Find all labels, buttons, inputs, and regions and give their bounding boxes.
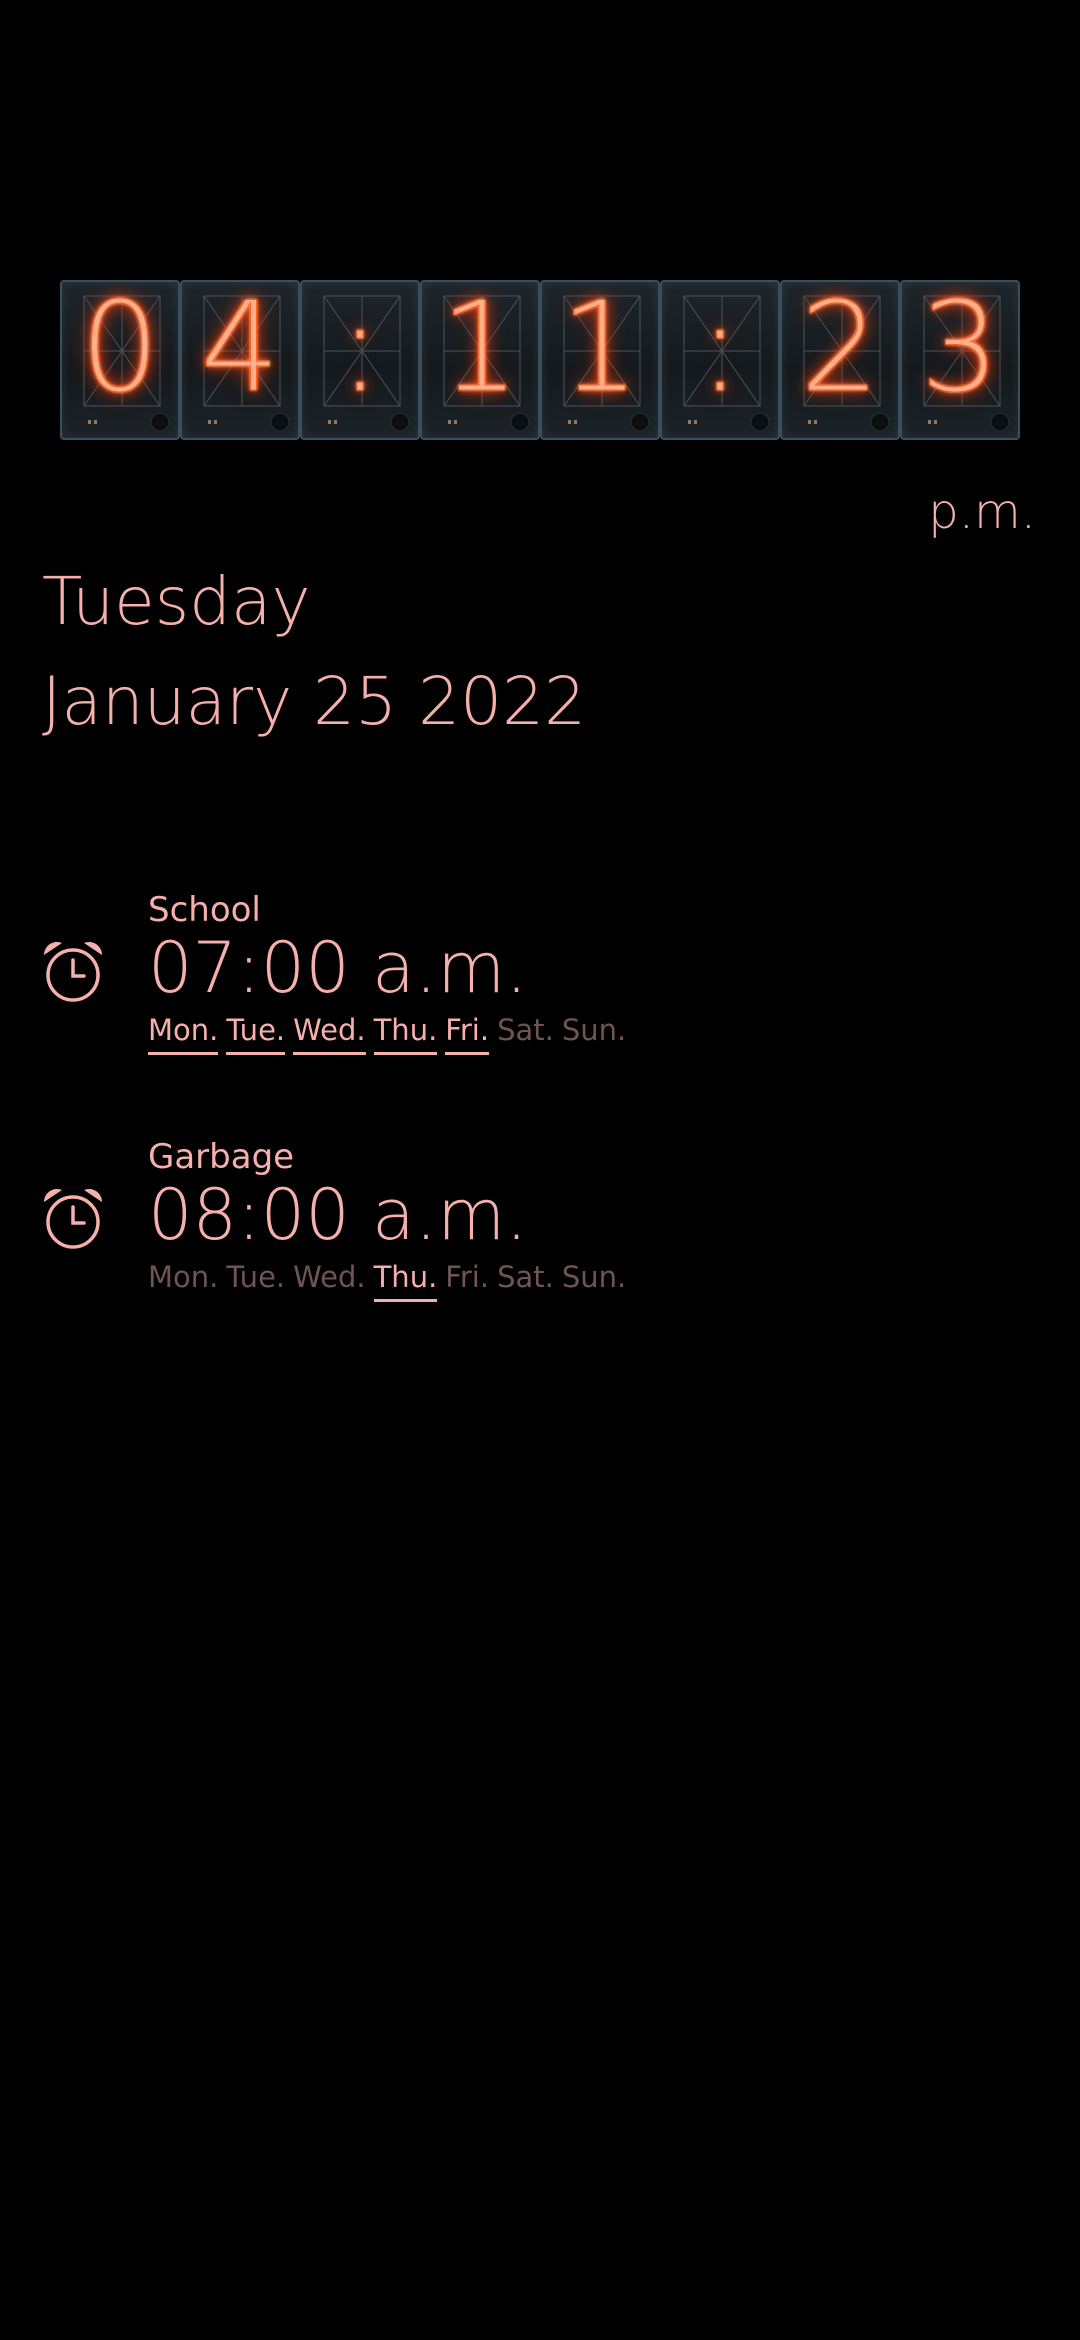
nixie-tube-separator: :: [660, 280, 780, 440]
day-sat: Sat.: [497, 1260, 554, 1294]
clock-digit: 3: [920, 280, 1000, 420]
clock-digit: 4: [200, 280, 280, 420]
alarm-days: Mon. Tue. Wed. Thu. Fri. Sat. Sun.: [148, 1010, 634, 1055]
day-thu: Thu.: [373, 1257, 438, 1302]
day-sun: Sun.: [561, 1013, 627, 1047]
nixie-tube-minute-tens: 1: [420, 280, 540, 440]
nixie-tube-hour-tens: 0: [60, 280, 180, 440]
alarm-clock-icon: [44, 1189, 102, 1249]
clock-separator: :: [699, 280, 742, 420]
day-thu: Thu.: [373, 1010, 438, 1055]
day-sat: Sat.: [497, 1013, 554, 1047]
alarm-label: Garbage: [148, 1137, 295, 1177]
nixie-tube-separator: :: [300, 280, 420, 440]
day-mon: Mon.: [148, 1010, 219, 1055]
nixie-tube-second-tens: 2: [780, 280, 900, 440]
clock-digit: 1: [560, 280, 640, 420]
day-fri: Fri.: [445, 1010, 490, 1055]
nixie-tube-hour-ones: 4: [180, 280, 300, 440]
weekday-label: Tuesday: [42, 563, 311, 640]
alarm-label: School: [148, 890, 261, 930]
day-wed: Wed.: [293, 1010, 366, 1055]
alarm-time: 08:00 a.m.: [148, 1174, 528, 1256]
alarm-item-school[interactable]: School 07:00 a.m. Mon. Tue. Wed. Thu. Fr…: [0, 890, 1080, 1080]
day-wed: Wed.: [293, 1260, 366, 1294]
clock-digit: 2: [800, 280, 880, 420]
day-fri: Fri.: [445, 1260, 490, 1294]
alarm-clock-icon: [44, 942, 102, 1002]
alarm-time: 07:00 a.m.: [148, 927, 528, 1009]
nixie-tube-second-ones: 3: [900, 280, 1020, 440]
clock-digit: 0: [80, 280, 160, 420]
day-tue: Tue.: [226, 1260, 286, 1294]
meridiem-label: p.m.: [928, 484, 1036, 540]
alarm-item-garbage[interactable]: Garbage 08:00 a.m. Mon. Tue. Wed. Thu. F…: [0, 1137, 1080, 1327]
day-mon: Mon.: [148, 1260, 219, 1294]
nixie-tube-minute-ones: 1: [540, 280, 660, 440]
date-label: January 25 2022: [42, 663, 587, 740]
alarm-days: Mon. Tue. Wed. Thu. Fri. Sat. Sun.: [148, 1257, 634, 1302]
nixie-clock: 0 4 : 1 1 : 2 3: [60, 280, 1020, 440]
day-sun: Sun.: [561, 1260, 627, 1294]
clock-digit: 1: [440, 280, 520, 420]
day-tue: Tue.: [226, 1010, 286, 1055]
clock-separator: :: [339, 280, 382, 420]
